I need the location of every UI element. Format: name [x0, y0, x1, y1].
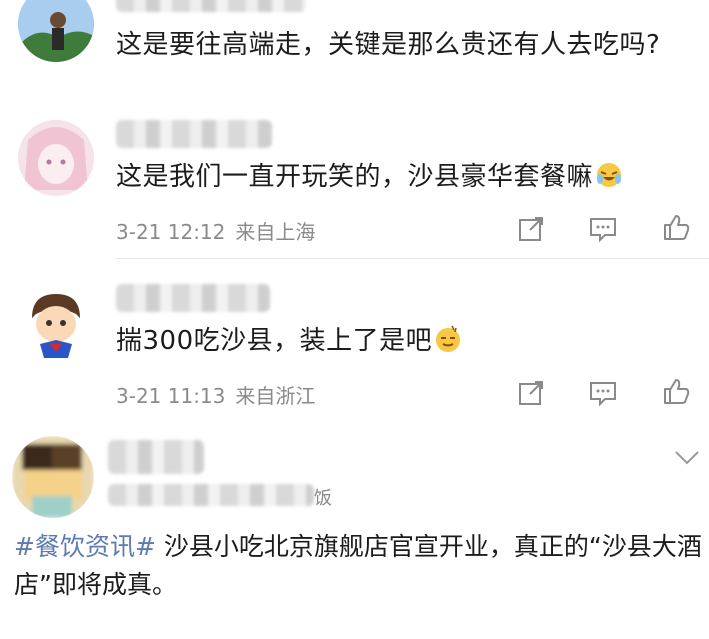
comment-text-content: 这是我们一直开玩笑的，沙县豪华套餐嘛 — [116, 162, 594, 192]
comment-meta: 3-21 12:12 来自上海 — [116, 216, 315, 245]
comment-item: 揣300吃沙县，装上了是吧 3-21 11:13 来自浙江 — [0, 276, 709, 426]
username-blurred[interactable] — [116, 0, 306, 12]
avatar-image — [18, 284, 94, 360]
comment-icon[interactable] — [588, 214, 618, 244]
thumbs-up-icon[interactable] — [661, 212, 691, 242]
laugh-cry-emoji-icon — [595, 161, 623, 189]
thumbs-up-icon[interactable] — [661, 376, 691, 406]
chevron-down-icon[interactable] — [672, 448, 702, 468]
smug-emoji-icon — [434, 325, 462, 353]
avatar[interactable] — [18, 284, 94, 360]
comment-time: 3-21 12:12 — [116, 220, 226, 244]
avatar-image — [18, 0, 94, 62]
post-meta-suffix: 饭 — [314, 488, 332, 509]
hashtag-link[interactable]: #餐饮资讯# — [14, 532, 156, 561]
comment-text: 这是要往高端走，关键是那么贵还有人去吃吗? — [116, 30, 661, 60]
username-blurred[interactable] — [116, 120, 272, 148]
avatar[interactable] — [18, 0, 94, 62]
comment-item: 这是我们一直开玩笑的，沙县豪华套餐嘛 3-21 12:12 来自上海 — [0, 112, 709, 262]
avatar-image — [18, 120, 94, 196]
avatar[interactable] — [12, 436, 94, 518]
comment-time: 3-21 11:13 — [116, 384, 226, 408]
share-icon[interactable] — [516, 378, 546, 408]
share-icon[interactable] — [516, 214, 546, 244]
divider — [116, 258, 709, 259]
comment-meta: 3-21 11:13 来自浙江 — [116, 380, 315, 409]
username-blurred[interactable] — [108, 440, 204, 474]
comment-location: 来自上海 — [235, 220, 316, 244]
avatar[interactable] — [18, 120, 94, 196]
post-header: 饭 — [0, 430, 709, 520]
comment-location: 来自浙江 — [235, 384, 316, 408]
comment-text: 这是我们一直开玩笑的，沙县豪华套餐嘛 — [116, 158, 623, 196]
post-time-blurred — [108, 484, 314, 506]
username-blurred[interactable] — [116, 284, 270, 312]
comment-text: 揣300吃沙县，装上了是吧 — [116, 322, 462, 360]
post-text: #餐饮资讯# 沙县小吃北京旗舰店官宣开业，真正的“沙县大酒店”即将成真。 — [14, 528, 704, 604]
avatar-image — [12, 436, 94, 518]
comment-text-content: 揣300吃沙县，装上了是吧 — [116, 326, 433, 356]
comment-icon[interactable] — [588, 378, 618, 408]
comment-item: 这是要往高端走，关键是那么贵还有人去吃吗? — [0, 0, 709, 110]
